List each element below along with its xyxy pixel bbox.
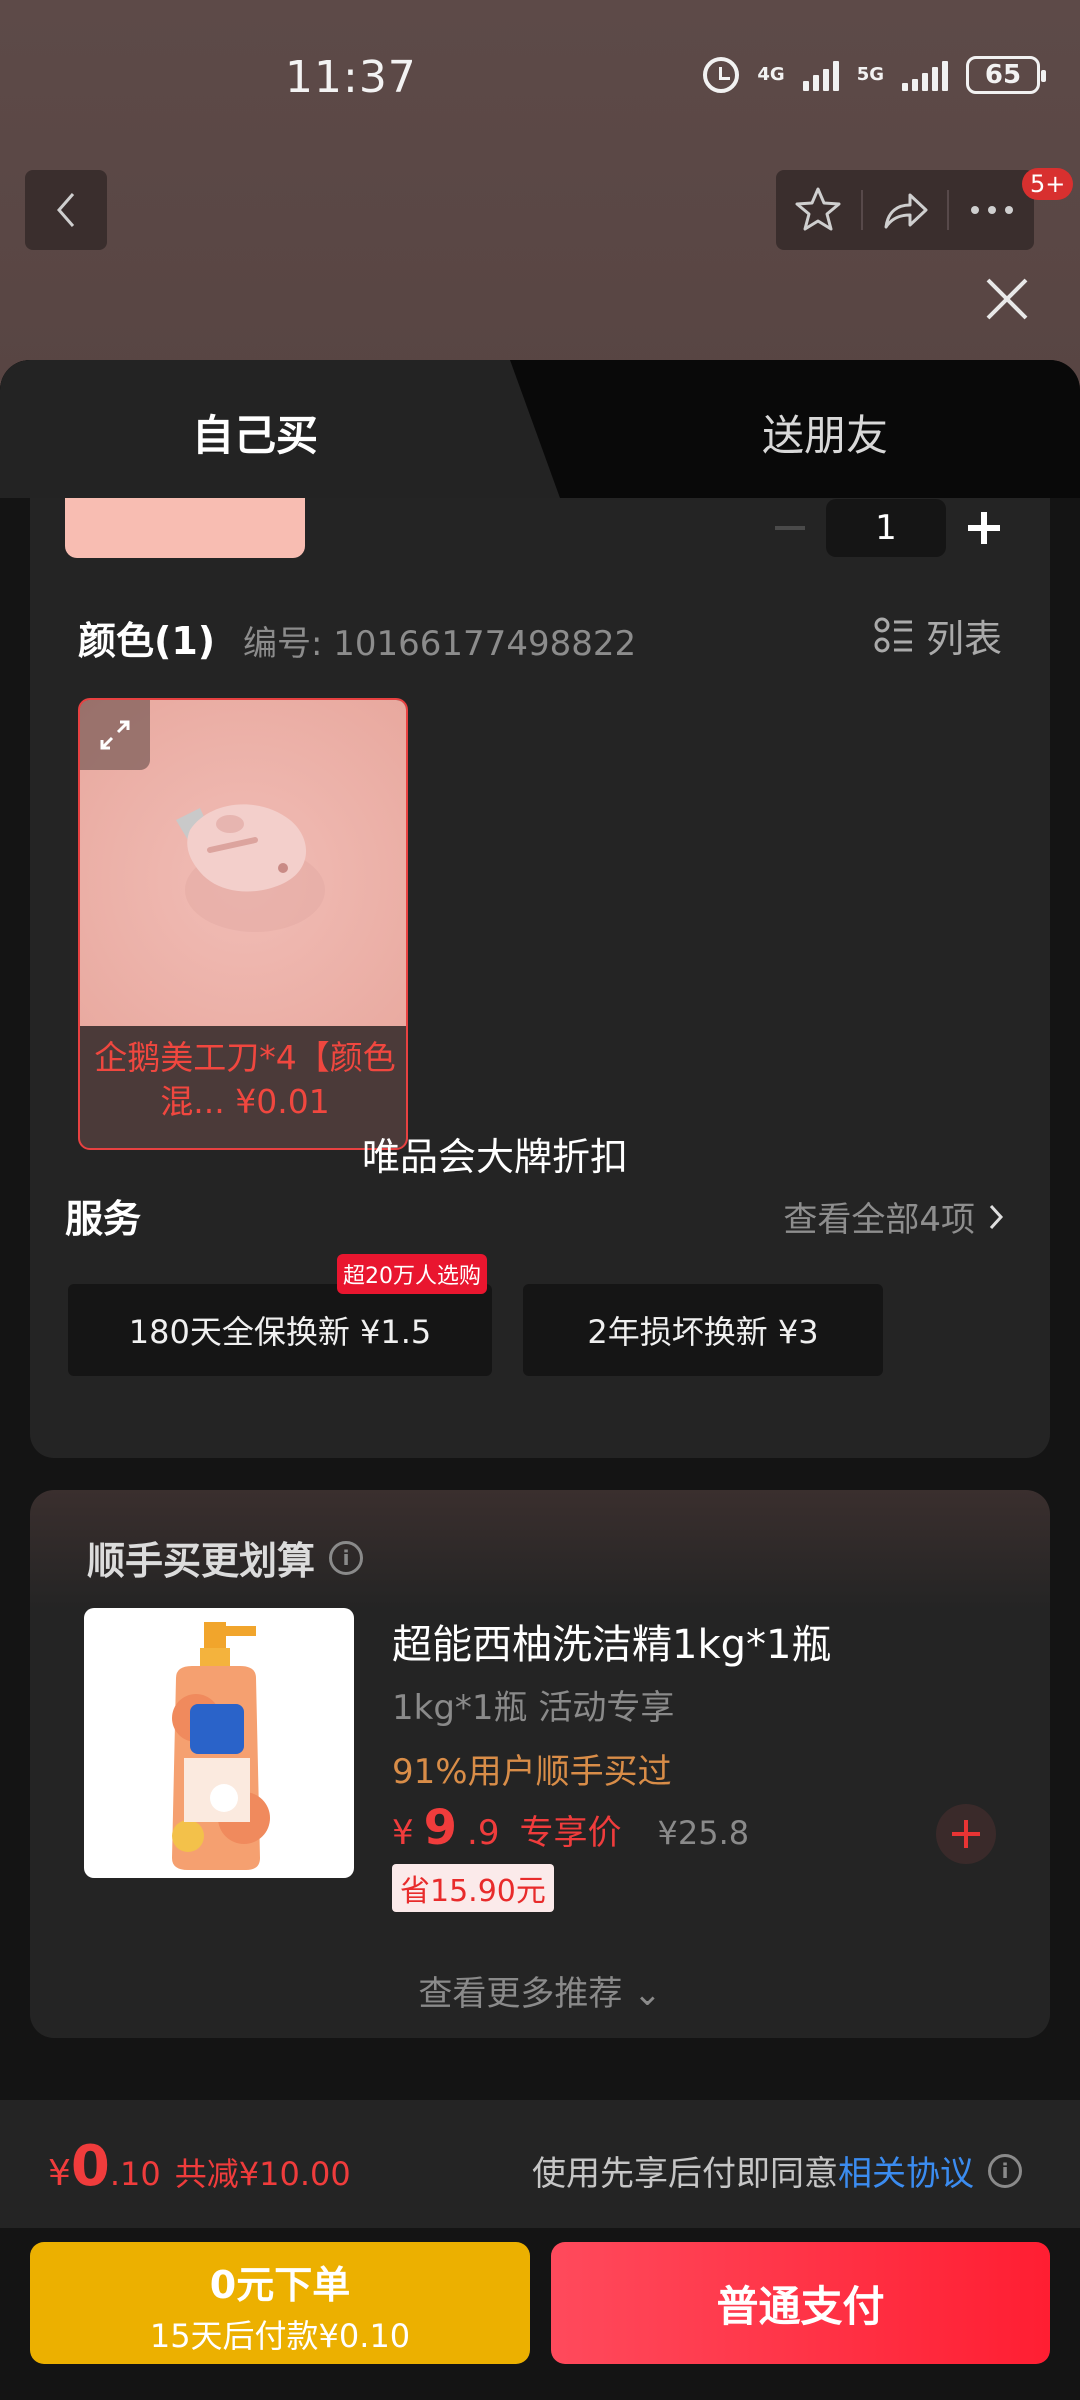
- more-recommendations[interactable]: 查看更多推荐 ⌄: [30, 1966, 1050, 2015]
- status-time: 11:37: [285, 52, 417, 103]
- order-summary-bar: ¥0.10 共减¥10.00 使用先享后付即同意相关协议 i: [0, 2100, 1080, 2228]
- increase-button[interactable]: [962, 498, 1006, 558]
- total-price: ¥0.10 共减¥10.00: [48, 2134, 351, 2199]
- color-title: 颜色(1): [78, 619, 216, 663]
- expand-icon: [100, 720, 130, 750]
- service-view-all-label: 查看全部4项: [783, 1200, 975, 1240]
- watermark-text: 唯品会大牌折扣: [362, 1135, 629, 1179]
- message-count-badge: 5+: [1022, 168, 1074, 200]
- info-icon[interactable]: i: [329, 1540, 364, 1575]
- sku-option-card[interactable]: 企鹅美工刀*4【颜色混... ¥0.01: [78, 698, 408, 1150]
- partial-image: [65, 498, 305, 558]
- agreement-text: 使用先享后付即同意相关协议: [532, 2146, 974, 2195]
- list-label: 列表: [925, 617, 1002, 661]
- addon-product-image[interactable]: [84, 1608, 354, 1878]
- alarm-icon: [703, 57, 740, 93]
- service-title: 服务: [65, 1197, 142, 1241]
- normal-pay-button[interactable]: 普通支付: [551, 2242, 1050, 2364]
- chevron-right-icon: [989, 1204, 1004, 1229]
- total-decimal: .10: [109, 2155, 161, 2193]
- addon-product-spec: 1kg*1瓶 活动专享: [392, 1688, 675, 1728]
- payment-actions: 0元下单 15天后付款¥0.10 普通支付: [0, 2228, 1080, 2400]
- dish-soap-bottle-image: [172, 1622, 270, 1870]
- addon-title-row: 顺手买更划算 i: [87, 1530, 364, 1585]
- agreement-prefix: 使用先享后付即同意: [532, 2154, 838, 2194]
- price-decimal: .9: [467, 1813, 500, 1853]
- total-integer: 0: [70, 2134, 110, 2199]
- chevron-left-icon: [57, 193, 75, 227]
- share-button[interactable]: [863, 170, 948, 250]
- quantity-value[interactable]: 1: [826, 499, 946, 557]
- top-action-group: [776, 170, 1034, 250]
- purchase-sheet: 自己买 送朋友 1 颜色(1) 编号: 10166177498822 列表 企鹅…: [0, 360, 1080, 2400]
- quantity-stepper: 1: [770, 498, 1006, 558]
- more-icon: [970, 206, 1013, 214]
- addon-title: 顺手买更划算: [87, 1539, 316, 1583]
- agreement-link[interactable]: 相关协议: [838, 2154, 974, 2194]
- original-price: ¥25.8: [657, 1814, 750, 1852]
- agreement-row: 使用先享后付即同意相关协议 i: [532, 2146, 1022, 2195]
- tab-send-friend[interactable]: 送朋友: [570, 402, 1080, 463]
- addon-buyers-rate: 91%用户顺手买过: [392, 1752, 672, 1792]
- add-addon-button[interactable]: [936, 1804, 996, 1864]
- status-icons: 4G 5G 65: [703, 56, 1046, 94]
- signal-icon: [802, 59, 839, 91]
- price-symbol: ¥: [392, 1813, 414, 1853]
- minus-icon: [775, 526, 805, 530]
- signal-icon: [902, 59, 948, 91]
- price-integer: 9: [423, 1800, 458, 1856]
- addon-product-name[interactable]: 超能西柚洗洁精1kg*1瓶: [392, 1612, 831, 1670]
- close-button[interactable]: [980, 272, 1034, 326]
- expand-image-button[interactable]: [80, 700, 150, 770]
- total-discount: 共减¥10.00: [174, 2155, 351, 2193]
- exclusive-price-label: 专享价: [519, 1813, 622, 1853]
- close-icon: [986, 278, 1028, 320]
- network-5g-label: 5G: [856, 64, 884, 85]
- favorite-button[interactable]: [776, 170, 861, 250]
- addon-card: 顺手买更划算 i 超能西柚洗洁精1kg*1瓶 1kg*1瓶 活动专享 91%用户…: [30, 1490, 1050, 2038]
- battery-icon: 65: [966, 56, 1046, 94]
- service-option-180day[interactable]: 180天全保换新 ¥1.5: [68, 1284, 492, 1376]
- addon-price-row: ¥9.9 专享价 ¥25.8: [392, 1800, 749, 1856]
- product-code: 编号: 10166177498822: [243, 624, 637, 664]
- list-icon: [874, 617, 912, 652]
- decrease-button[interactable]: [770, 498, 810, 558]
- total-symbol: ¥: [48, 2153, 71, 2194]
- share-icon: [884, 193, 928, 229]
- popular-badge: 超20万人选购: [337, 1254, 487, 1294]
- service-option-2year[interactable]: 2年损坏换新 ¥3: [523, 1284, 883, 1376]
- sku-selection-card: 1 颜色(1) 编号: 10166177498822 列表 企鹅美工刀*4【颜色…: [30, 498, 1050, 1458]
- pay-later-subtitle: 15天后付款¥0.10: [149, 2317, 411, 2355]
- list-view-toggle[interactable]: 列表: [874, 608, 1002, 663]
- tab-self-buy-label[interactable]: 自己买: [0, 402, 510, 463]
- pay-later-title: 0元下单: [209, 2263, 351, 2307]
- star-icon: [795, 187, 841, 231]
- sku-label: 企鹅美工刀*4【颜色混... ¥0.01: [94, 1038, 396, 1121]
- network-4g-label: 4G: [757, 64, 785, 85]
- info-icon[interactable]: i: [988, 2153, 1022, 2188]
- tab-bar: 自己买 送朋友: [0, 360, 1080, 498]
- pay-later-button[interactable]: 0元下单 15天后付款¥0.10: [30, 2242, 530, 2364]
- savings-tag: 省15.90元: [392, 1864, 554, 1912]
- service-view-all[interactable]: 查看全部4项: [783, 1192, 1005, 1241]
- back-button[interactable]: [25, 170, 107, 250]
